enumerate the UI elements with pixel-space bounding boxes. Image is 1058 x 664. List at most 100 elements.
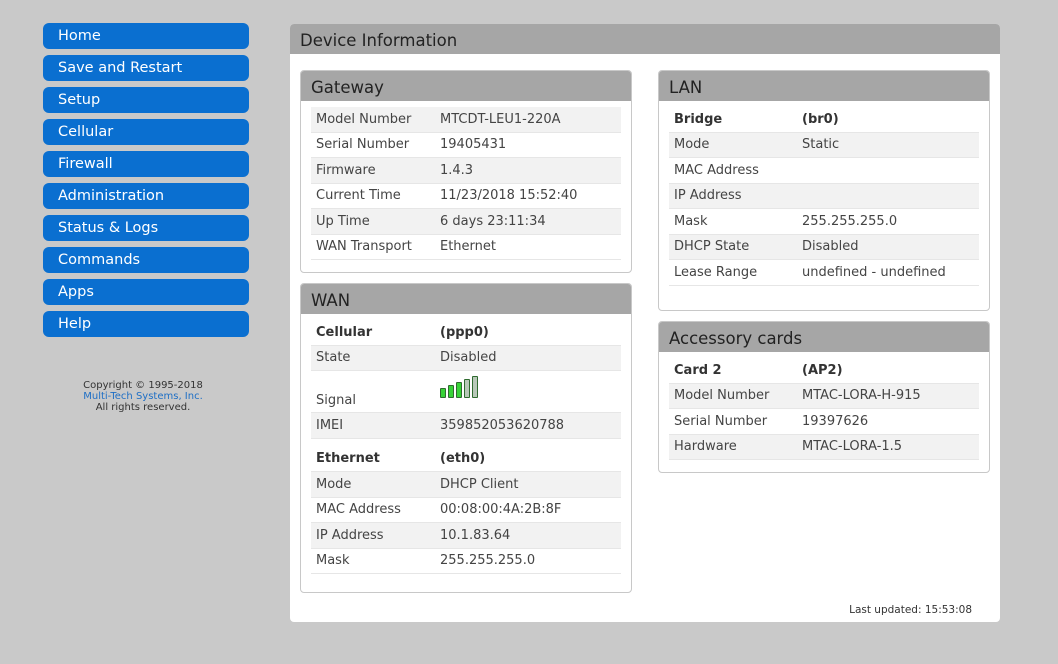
nav-status-logs-button[interactable]: Status & Logs <box>43 215 249 241</box>
copyright-line: Copyright © 1995-2018 <box>83 380 203 391</box>
table-row: Mask 255.255.255.0 <box>311 549 621 574</box>
row-value: (eth0) <box>440 451 486 467</box>
card-header-row: Card 2 (AP2) <box>669 358 979 384</box>
row-label: IP Address <box>316 527 384 543</box>
row-label: Hardware <box>674 439 737 455</box>
nav-home-button[interactable]: Home <box>43 23 249 49</box>
device-information-panel: Device Information Gateway Model Number M… <box>290 24 1000 622</box>
table-row: Up Time 6 days 23:11:34 <box>311 209 621 235</box>
row-label: Ethernet <box>316 451 380 467</box>
nav-setup-button[interactable]: Setup <box>43 87 249 113</box>
signal-bar <box>456 382 462 398</box>
row-value: 19405431 <box>440 137 507 153</box>
bridge-header-row: Bridge (br0) <box>669 107 979 133</box>
row-label: State <box>316 350 351 366</box>
row-label: IMEI <box>316 417 344 433</box>
row-value: Disabled <box>802 239 859 255</box>
row-label: Cellular <box>316 324 373 340</box>
nav-firewall-button[interactable]: Firewall <box>43 151 249 177</box>
row-label: Lease Range <box>674 264 758 280</box>
row-label: Up Time <box>316 213 370 229</box>
ethernet-header-row: Ethernet (eth0) <box>311 446 621 472</box>
signal-bar <box>440 388 446 398</box>
row-value: 11/23/2018 15:52:40 <box>440 188 578 204</box>
row-value: DHCP Client <box>440 476 519 492</box>
row-label: DHCP State <box>674 239 750 255</box>
row-label: Model Number <box>674 388 770 404</box>
table-row: DHCP State Disabled <box>669 234 979 260</box>
row-value: 00:08:00:4A:2B:8F <box>440 502 562 518</box>
row-value: 10.1.83.64 <box>440 527 511 543</box>
row-value: MTAC-LORA-1.5 <box>802 439 903 455</box>
table-row: IP Address <box>669 183 979 209</box>
table-row: Serial Number 19405431 <box>311 133 621 158</box>
table-row: Hardware MTAC-LORA-1.5 <box>669 434 979 460</box>
row-label: Serial Number <box>674 413 768 429</box>
signal-strength-icon <box>440 374 621 398</box>
table-row: Mode Static <box>669 132 979 158</box>
row-label: MAC Address <box>674 162 759 178</box>
signal-bar <box>448 385 454 398</box>
table-row: MAC Address 00:08:00:4A:2B:8F <box>311 498 621 523</box>
row-label: WAN Transport <box>316 239 412 255</box>
nav-administration-button[interactable]: Administration <box>43 183 249 209</box>
row-label: MAC Address <box>316 502 401 518</box>
row-value: (AP2) <box>802 362 843 378</box>
row-value: MTCDT-LEU1-220A <box>440 111 561 127</box>
row-value: 1.4.3 <box>440 162 474 178</box>
row-label: Mode <box>316 476 352 492</box>
row-label: Mask <box>674 213 708 229</box>
row-label: IP Address <box>674 188 742 204</box>
table-row: IMEI 359852053620788 <box>311 413 621 439</box>
lan-title: LAN <box>659 71 989 101</box>
lan-panel: LAN Bridge (br0) Mode Static MAC Address I… <box>658 70 990 311</box>
signal-row: Signal <box>311 371 621 413</box>
row-value: Static <box>802 137 840 153</box>
row-label: Model Number <box>316 111 412 127</box>
wan-panel: WAN Cellular (ppp0) State Disabled Signal … <box>300 283 632 593</box>
table-row: Mode DHCP Client <box>311 472 621 498</box>
rights-line: All rights reserved. <box>95 402 191 413</box>
table-row: Model Number MTAC-LORA-H-915 <box>669 383 979 409</box>
table-row: Mask 255.255.255.0 <box>669 209 979 235</box>
gateway-panel: Gateway Model Number MTCDT-LEU1-220A Seri… <box>300 70 632 273</box>
row-label: Bridge <box>674 111 723 127</box>
company-link[interactable]: Multi-Tech Systems, Inc. <box>43 391 243 402</box>
row-value: 255.255.255.0 <box>440 553 536 569</box>
copyright-notice: Copyright © 1995-2018 Multi-Tech Systems… <box>43 380 243 413</box>
gateway-title: Gateway <box>301 71 631 101</box>
table-row: Serial Number 19397626 <box>669 409 979 435</box>
table-row: IP Address 10.1.83.64 <box>311 523 621 549</box>
table-row: Model Number MTCDT-LEU1-220A <box>311 107 621 133</box>
signal-bar <box>472 376 478 398</box>
table-row: WAN Transport Ethernet <box>311 235 621 260</box>
nav-commands-button[interactable]: Commands <box>43 247 249 273</box>
row-value: 255.255.255.0 <box>802 213 898 229</box>
cellular-header-row: Cellular (ppp0) <box>311 320 621 346</box>
accessory-cards-panel: Accessory cards Card 2 (AP2) Model Number… <box>658 321 990 473</box>
row-label: Current Time <box>316 188 401 204</box>
row-label: Mode <box>674 137 710 153</box>
row-label: Card 2 <box>674 362 722 378</box>
row-label: Mask <box>316 553 350 569</box>
row-label: Firmware <box>316 162 376 178</box>
row-value: undefined - undefined <box>802 264 946 280</box>
nav-apps-button[interactable]: Apps <box>43 279 249 305</box>
table-row: MAC Address <box>669 158 979 184</box>
table-row: State Disabled <box>311 345 621 371</box>
last-updated-text: Last updated: 15:53:08 <box>849 604 972 616</box>
accessory-title: Accessory cards <box>659 322 989 352</box>
signal-bar <box>464 379 470 398</box>
nav-cellular-button[interactable]: Cellular <box>43 119 249 145</box>
row-value: (br0) <box>802 111 839 127</box>
row-value: 19397626 <box>802 413 869 429</box>
nav-help-button[interactable]: Help <box>43 311 249 337</box>
left-nav: Home Save and Restart Setup Cellular Fir… <box>43 23 249 343</box>
page-title: Device Information <box>290 24 1000 54</box>
table-row: Lease Range undefined - undefined <box>669 260 979 286</box>
row-value: MTAC-LORA-H-915 <box>802 388 921 404</box>
nav-save-restart-button[interactable]: Save and Restart <box>43 55 249 81</box>
row-value: Disabled <box>440 350 497 366</box>
row-label: Signal <box>316 393 356 408</box>
row-value: Ethernet <box>440 239 496 255</box>
